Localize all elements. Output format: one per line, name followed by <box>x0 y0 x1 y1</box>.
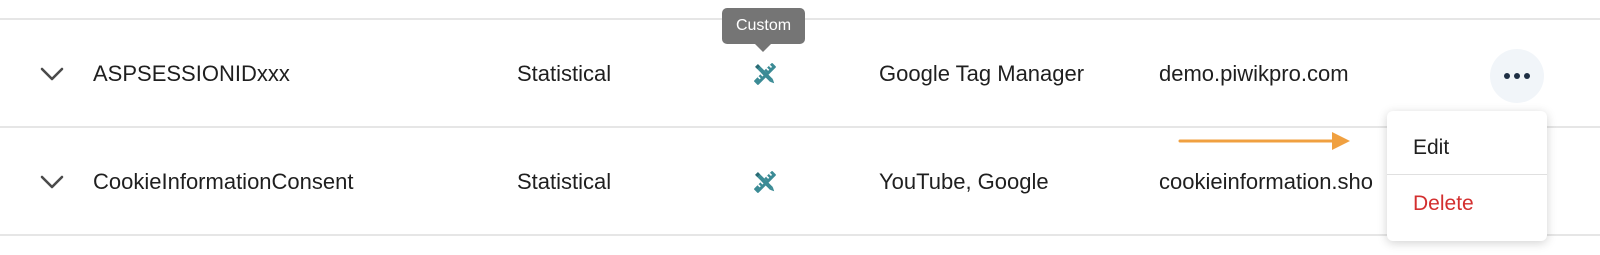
delete-menu-item[interactable]: Delete <box>1387 175 1547 233</box>
tooltip-pointer <box>754 43 772 52</box>
cookie-category: Statistical <box>517 61 612 86</box>
more-dot <box>1504 73 1510 79</box>
tools-icon <box>754 63 776 85</box>
chevron-down-icon <box>40 175 64 189</box>
cookie-domain: demo.piwikpro.com <box>1159 61 1349 86</box>
cookie-name: CookieInformationConsent <box>93 169 354 194</box>
tooltip: Custom <box>722 8 805 44</box>
cookie-name: ASPSESSIONIDxxx <box>93 61 290 86</box>
row-actions-menu: Edit Delete <box>1387 111 1547 241</box>
chevron-down-icon <box>40 67 64 81</box>
cookie-table: ASPSESSIONIDxxx Statistical Google Tag M… <box>0 0 1600 255</box>
cookie-type-custom[interactable] <box>750 128 780 236</box>
cookie-provider: Google Tag Manager <box>879 61 1085 86</box>
expand-row-button[interactable] <box>38 20 66 128</box>
row-divider <box>0 234 1600 236</box>
tooltip-text: Custom <box>735 17 792 34</box>
cookie-category: Statistical <box>517 169 612 194</box>
cookie-provider: YouTube, Google <box>879 169 1049 194</box>
more-dot <box>1524 73 1530 79</box>
edit-menu-item[interactable]: Edit <box>1387 119 1547 177</box>
table-row: CookieInformationConsent Statistical You… <box>0 128 1600 236</box>
annotation-arrow-icon <box>1178 132 1350 150</box>
tools-icon <box>754 171 776 193</box>
more-dot <box>1514 73 1520 79</box>
row-actions-button[interactable] <box>1490 49 1544 103</box>
expand-row-button[interactable] <box>38 128 66 236</box>
